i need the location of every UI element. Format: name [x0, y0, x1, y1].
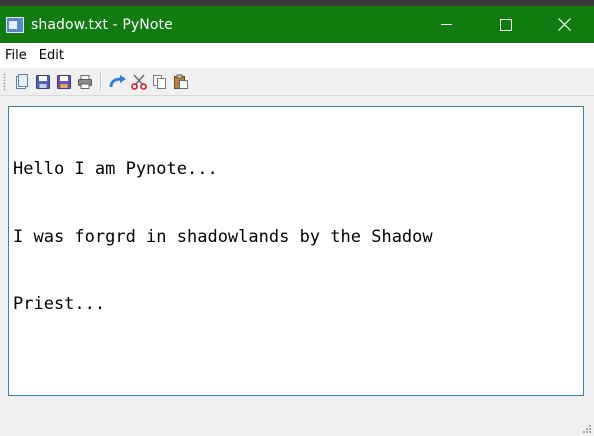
menu-bar: File Edit	[0, 43, 594, 68]
close-icon	[558, 18, 571, 31]
copy-button[interactable]	[149, 71, 170, 93]
window-controls	[417, 6, 594, 43]
print-icon	[77, 74, 92, 89]
notepad-window-icon[interactable]	[6, 16, 24, 33]
paste-button[interactable]	[170, 71, 191, 93]
resize-grip-icon[interactable]	[582, 424, 592, 434]
toolbar	[0, 68, 594, 96]
minimize-button[interactable]	[417, 6, 476, 43]
text-editor[interactable]: Hello I am Pynote... I was forgrd in sha…	[8, 106, 584, 396]
redo-button[interactable]	[107, 71, 128, 93]
save-as-icon	[56, 74, 71, 89]
close-button[interactable]	[535, 6, 594, 43]
menu-edit[interactable]: Edit	[33, 43, 70, 68]
editor-line: I was forgrd in shadowlands by the Shado…	[13, 226, 433, 247]
copy-icon	[152, 74, 166, 89]
window-title: shadow.txt - PyNote	[31, 16, 173, 33]
toolbar-separator	[100, 72, 101, 91]
save-as-button[interactable]	[53, 71, 74, 93]
menu-file[interactable]: File	[0, 43, 33, 68]
maximize-icon	[499, 18, 512, 31]
save-button[interactable]	[32, 71, 53, 93]
cut-icon	[130, 73, 147, 90]
save-icon	[35, 74, 50, 89]
new-file-button[interactable]	[11, 71, 32, 93]
editor-line: Priest...	[13, 294, 106, 314]
title-bar[interactable]: shadow.txt - PyNote	[0, 6, 594, 43]
editor-line: Hello I am Pynote...	[13, 159, 218, 179]
minimize-icon	[441, 24, 452, 25]
paste-icon	[173, 74, 188, 89]
maximize-button[interactable]	[476, 6, 535, 43]
redo-icon	[109, 74, 126, 87]
new-file-icon	[15, 73, 28, 89]
toolbar-grip[interactable]	[3, 72, 6, 91]
cut-button[interactable]	[128, 71, 149, 93]
print-button[interactable]	[74, 71, 95, 93]
